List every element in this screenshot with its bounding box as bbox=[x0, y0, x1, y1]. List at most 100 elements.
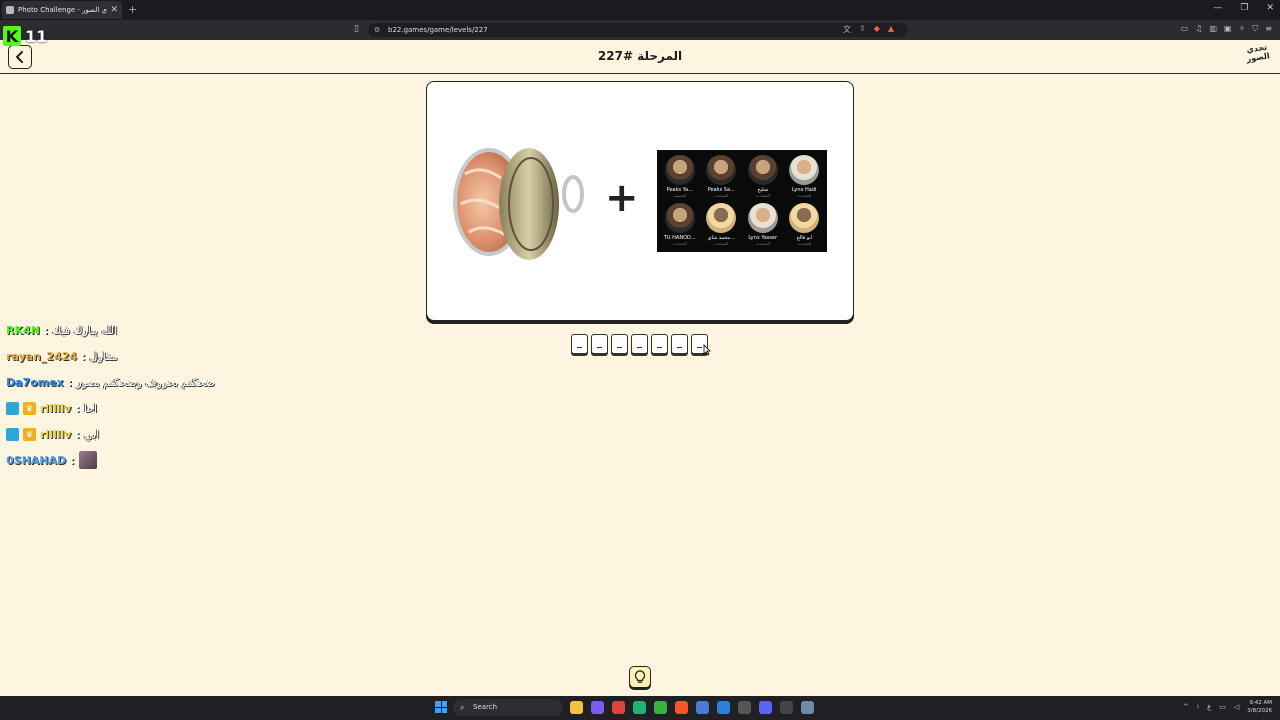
language-icon[interactable]: ع bbox=[1207, 703, 1211, 711]
translate-icon[interactable]: 文 bbox=[843, 24, 851, 35]
system-tray: ^ ♮ ع ▭ ◁ 9:42 AM 3/8/2026 bbox=[1183, 699, 1272, 715]
extensions-icon[interactable]: ✧ bbox=[1239, 24, 1246, 34]
person-role: المتحدث bbox=[714, 241, 729, 246]
os-taskbar: ⌕ Search ^ ♮ ع ▭ ◁ 9:42 AM 3/8/2026 bbox=[0, 696, 1280, 720]
edge-icon[interactable] bbox=[717, 701, 730, 714]
chevron-up-icon[interactable]: ^ bbox=[1183, 703, 1189, 711]
grid-person: ابو فالح المتحدث bbox=[784, 201, 826, 249]
answer-letter-slot[interactable] bbox=[631, 334, 648, 354]
site-info-icon[interactable]: ⚙ bbox=[374, 23, 380, 37]
chat-separator: : bbox=[75, 401, 80, 415]
brave-rewards-icon[interactable]: ▲ bbox=[888, 24, 894, 35]
favicon-icon bbox=[6, 6, 14, 14]
level-title: المرحلة #227 bbox=[597, 49, 683, 63]
close-window-icon[interactable]: ✕ bbox=[1266, 3, 1274, 13]
grid-person: Lynx Yasser المتحدث bbox=[742, 201, 784, 249]
taskbar-clock[interactable]: 9:42 AM 3/8/2026 bbox=[1247, 699, 1272, 715]
avatar bbox=[789, 203, 820, 233]
app-icon[interactable] bbox=[780, 701, 793, 714]
brave-browser-icon[interactable] bbox=[675, 701, 688, 714]
site-logo[interactable]: تحدي الصور bbox=[1242, 42, 1273, 72]
avatar bbox=[706, 155, 737, 185]
browser-tab-bar: Photo Challenge - تحدي الصور ✕ + — ❐ ✕ bbox=[0, 0, 1280, 20]
chat-separator: : bbox=[70, 453, 75, 467]
vpn-icon[interactable]: ⛉ bbox=[1252, 24, 1258, 34]
person-role: المتحدث bbox=[714, 193, 729, 198]
restore-icon[interactable]: ❐ bbox=[1240, 3, 1248, 13]
clock-time: 9:42 AM bbox=[1249, 700, 1272, 706]
reader-icon[interactable]: ▭ bbox=[1181, 24, 1189, 34]
kick-logo-icon: K bbox=[3, 26, 21, 46]
app-icon[interactable] bbox=[738, 701, 751, 714]
brave-shields-icon[interactable]: ◆ bbox=[874, 24, 880, 35]
xbox-icon[interactable] bbox=[654, 701, 667, 714]
avatar bbox=[789, 155, 820, 185]
chat-username: 0SHAHAD bbox=[6, 453, 67, 467]
crown-badge-icon: ♛ bbox=[23, 401, 36, 415]
browser-tab[interactable]: Photo Challenge - تحدي الصور ✕ bbox=[2, 1, 122, 19]
chat-separator: : bbox=[43, 323, 49, 337]
person-role: المضيف bbox=[673, 193, 687, 198]
share-icon[interactable]: ⇪ bbox=[859, 24, 866, 35]
page-header: المرحلة #227 تحدي الصور bbox=[0, 40, 1280, 74]
answer-letter-slot[interactable] bbox=[571, 334, 588, 354]
answer-letter-slot[interactable] bbox=[651, 334, 668, 354]
chat-message: rayan_2424 : مقاول bbox=[6, 343, 215, 369]
app-icon[interactable] bbox=[633, 701, 646, 714]
chat-text: ضحكتم بحروف وضحكتم بصور bbox=[76, 375, 215, 389]
close-tab-icon[interactable]: ✕ bbox=[110, 5, 118, 15]
toolbar-right-icons: ▭ ♫ ▥ ▣ ✧ ⛉ ≡ bbox=[1181, 24, 1272, 34]
minimize-icon[interactable]: — bbox=[1213, 3, 1222, 13]
lightbulb-icon bbox=[634, 670, 646, 683]
subscriber-badge-icon bbox=[6, 427, 19, 441]
sidebar-icon[interactable]: ▥ bbox=[1209, 24, 1217, 34]
grid-person: محمد شاي... المتحدث bbox=[701, 201, 743, 249]
person-role: المتحدث bbox=[755, 241, 770, 246]
chat-message: RK4N : الله يبارك فيك bbox=[6, 317, 215, 343]
search-label: Search bbox=[473, 703, 498, 711]
bookmark-icon[interactable]: ▯ bbox=[354, 24, 359, 34]
chat-emote-icon bbox=[78, 451, 97, 469]
discord-icon[interactable] bbox=[759, 701, 772, 714]
chat-text: الله يبارك فيك bbox=[52, 323, 118, 337]
windows-start-icon[interactable] bbox=[435, 701, 447, 713]
new-tab-icon[interactable]: + bbox=[128, 3, 137, 16]
puzzle-card: + Peaks Ya... المضيف Peaks Sa... المتحدث ص… bbox=[426, 81, 854, 321]
avatar bbox=[747, 155, 778, 185]
grid-person: TU HANOD... المتحدث bbox=[659, 201, 701, 249]
game-page: المرحلة #227 تحدي الصور + Peaks Ya... ال… bbox=[0, 40, 1280, 696]
settings-icon[interactable] bbox=[801, 701, 814, 714]
chat-message: 0SHAHAD : bbox=[6, 447, 215, 473]
app-icon[interactable] bbox=[696, 701, 709, 714]
avatar bbox=[664, 203, 695, 233]
chat-message: ♛ rlllllv : ابي bbox=[6, 421, 215, 447]
chat-username: RK4N bbox=[6, 323, 40, 337]
answer-slots bbox=[571, 334, 708, 354]
grid-person: Peaks Ya... المضيف bbox=[659, 153, 701, 201]
app-icon[interactable] bbox=[591, 701, 604, 714]
answer-letter-slot[interactable] bbox=[591, 334, 608, 354]
display-icon[interactable]: ▭ bbox=[1219, 703, 1226, 711]
file-explorer-icon[interactable] bbox=[570, 701, 583, 714]
people-grid-image: Peaks Ya... المضيف Peaks Sa... المتحدث صلي… bbox=[657, 150, 827, 252]
tabs-icon[interactable]: ▣ bbox=[1224, 24, 1232, 34]
crown-badge-icon: ♛ bbox=[23, 427, 36, 441]
menu-icon[interactable]: ≡ bbox=[1265, 24, 1272, 34]
hint-button[interactable] bbox=[629, 666, 651, 688]
taskbar-search[interactable]: ⌕ Search bbox=[453, 699, 563, 716]
tuna-can-image bbox=[453, 148, 584, 260]
volume-icon[interactable]: ◁ bbox=[1234, 703, 1239, 711]
media-icon[interactable]: ♫ bbox=[1195, 24, 1202, 34]
chat-message: Da7omex : ضحكتم بحروف وضحكتم بصور bbox=[6, 369, 215, 395]
search-icon: ⌕ bbox=[460, 703, 465, 712]
tab-title: Photo Challenge - تحدي الصور bbox=[18, 6, 108, 14]
chat-message: ♛ rlllllv : احا bbox=[6, 395, 215, 421]
url-text: b22.games/game/levels/227 bbox=[388, 26, 488, 34]
subscriber-badge-icon bbox=[6, 401, 19, 415]
answer-letter-slot[interactable] bbox=[671, 334, 688, 354]
answer-letter-slot[interactable] bbox=[611, 334, 628, 354]
microphone-icon[interactable]: ♮ bbox=[1197, 703, 1200, 711]
app-icon[interactable] bbox=[612, 701, 625, 714]
address-bar[interactable]: ⚙ b22.games/game/levels/227 bbox=[368, 23, 908, 37]
grid-person: Peaks Sa... المتحدث bbox=[701, 153, 743, 201]
